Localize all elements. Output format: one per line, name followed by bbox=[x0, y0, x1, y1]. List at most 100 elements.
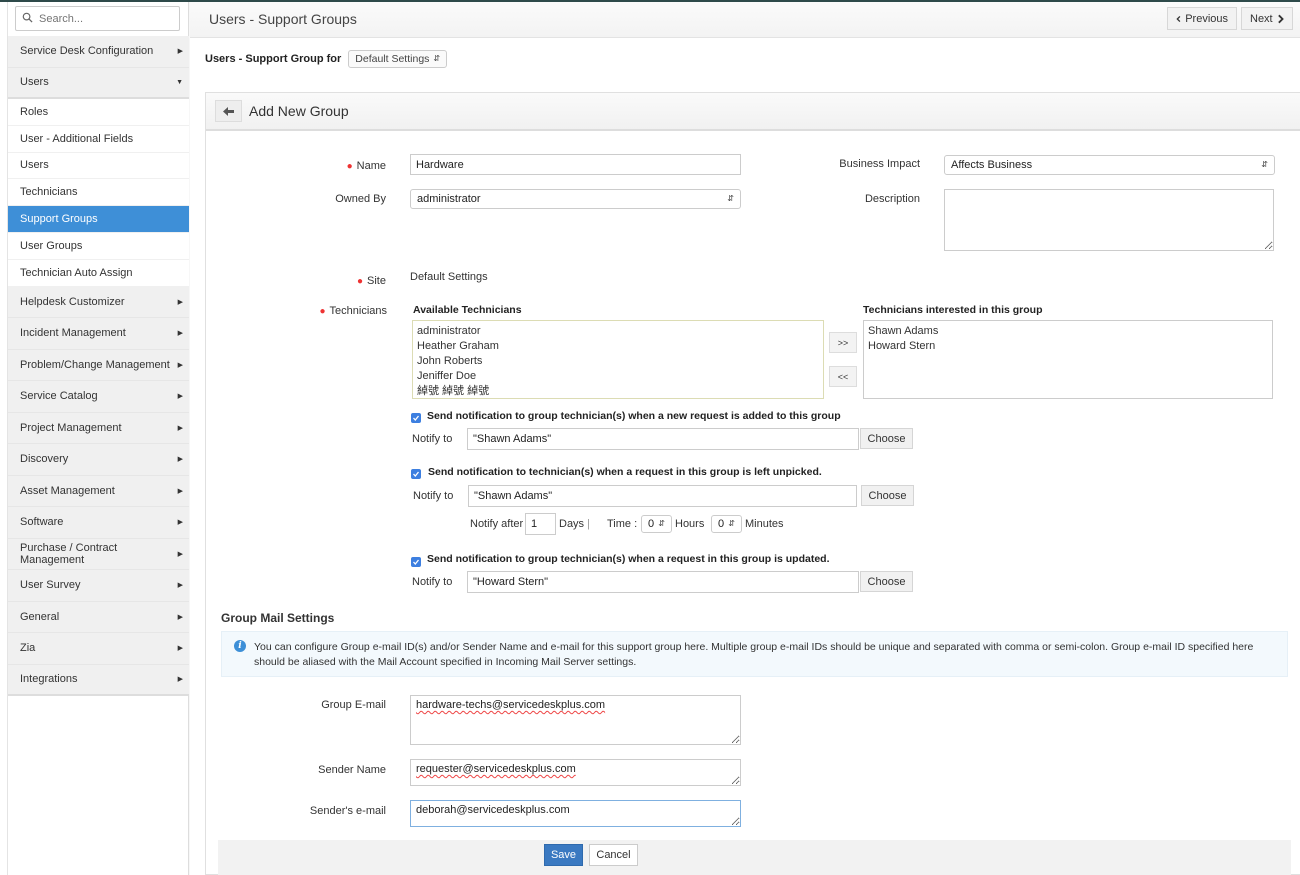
save-button[interactable]: Save bbox=[544, 844, 583, 866]
sidebar-item-zia[interactable]: Zia ▶ bbox=[8, 633, 189, 665]
sidebar-item-service-desk-configuration[interactable]: Service Desk Configuration ▶ bbox=[8, 36, 189, 68]
technician-option[interactable]: Howard Stern bbox=[868, 339, 1268, 354]
technician-option[interactable]: John Roberts bbox=[417, 354, 819, 369]
technician-option[interactable]: Heather Graham bbox=[417, 339, 819, 354]
chevron-right-icon bbox=[1277, 14, 1284, 23]
submenu-item-user-additional-fields[interactable]: User - Additional Fields bbox=[8, 125, 189, 153]
business-impact-value: Affects Business bbox=[951, 159, 1033, 171]
notify-new-request-checkbox[interactable] bbox=[411, 413, 421, 423]
submenu-item-technicians[interactable]: Technicians bbox=[8, 179, 189, 207]
back-button[interactable] bbox=[215, 100, 242, 122]
sidebar-item-software[interactable]: Software ▶ bbox=[8, 507, 189, 539]
selected-technicians-list[interactable]: Shawn Adams Howard Stern bbox=[863, 320, 1273, 399]
sidebar-item-label: General bbox=[20, 610, 60, 623]
checkmark-icon bbox=[413, 415, 420, 422]
checkmark-icon bbox=[413, 471, 420, 478]
remove-technician-button[interactable]: << bbox=[829, 366, 857, 387]
time-label: Time : bbox=[607, 518, 638, 530]
group-email-textarea[interactable]: hardware-techs@servicedeskplus.com bbox=[410, 695, 741, 745]
site-scope-select[interactable]: Default Settings ⇵ bbox=[348, 50, 448, 68]
search-icon bbox=[22, 12, 33, 26]
submenu-item-roles[interactable]: Roles bbox=[8, 99, 189, 126]
technician-option[interactable]: Shawn Adams bbox=[868, 324, 1268, 339]
description-textarea[interactable] bbox=[944, 189, 1274, 251]
technicians-label-text: Technicians bbox=[329, 305, 387, 317]
sender-email-label: Sender's e-mail bbox=[309, 805, 386, 817]
technician-option[interactable]: Jeniffer Doe bbox=[417, 369, 819, 384]
owned-by-select[interactable]: administrator ⇵ bbox=[410, 189, 741, 209]
required-marker: ● bbox=[356, 276, 364, 287]
sidebar-item-incident-management[interactable]: Incident Management ▶ bbox=[8, 318, 189, 350]
submenu-item-user-groups[interactable]: User Groups bbox=[8, 232, 189, 260]
sidebar-search[interactable] bbox=[15, 6, 180, 31]
info-text-line-2: should be aliased with the Mail Account … bbox=[254, 656, 637, 668]
caret-right-icon: ▶ bbox=[177, 582, 183, 590]
sidebar-item-user-survey[interactable]: User Survey ▶ bbox=[8, 570, 189, 602]
description-label: Description bbox=[864, 193, 920, 205]
sidebar-item-label: Discovery bbox=[20, 453, 69, 466]
notify-updated-checkbox[interactable] bbox=[411, 557, 421, 567]
sidebar-item-service-catalog[interactable]: Service Catalog ▶ bbox=[8, 381, 189, 413]
next-button[interactable]: Next bbox=[1241, 7, 1293, 30]
sidebar-item-label: Project Management bbox=[20, 421, 122, 434]
sidebar-item-general[interactable]: General ▶ bbox=[8, 601, 189, 634]
sidebar-item-label: Integrations bbox=[20, 673, 78, 686]
previous-button[interactable]: Previous bbox=[1167, 7, 1237, 30]
notify-to-label: Notify to bbox=[413, 490, 454, 502]
available-technicians-list[interactable]: administrator Heather Graham John Robert… bbox=[412, 320, 824, 399]
sidebar-item-problem-change-management[interactable]: Problem/Change Management ▶ bbox=[8, 349, 189, 382]
hours-select[interactable]: 0 ⇵ bbox=[641, 515, 672, 533]
owned-by-label: Owned By bbox=[335, 193, 386, 205]
sidebar-item-integrations[interactable]: Integrations ▶ bbox=[8, 664, 189, 697]
sidebar-item-discovery[interactable]: Discovery ▶ bbox=[8, 444, 189, 476]
sidebar-item-helpdesk-customizer[interactable]: Helpdesk Customizer ▶ bbox=[8, 286, 189, 319]
sidebar-item-label: Zia bbox=[20, 642, 36, 655]
sidebar-item-label: Service Catalog bbox=[20, 390, 98, 403]
submenu-item-label: Support Groups bbox=[20, 213, 98, 226]
caret-right-icon: ▶ bbox=[177, 330, 183, 338]
sidebar-item-label: Helpdesk Customizer bbox=[20, 295, 125, 308]
group-email-label: Group E-mail bbox=[321, 699, 386, 711]
card-title: Add New Group bbox=[249, 103, 349, 119]
notify-updated-input[interactable] bbox=[467, 571, 859, 593]
submenu-item-support-groups[interactable]: Support Groups bbox=[8, 206, 189, 233]
arrow-left-icon bbox=[223, 106, 234, 116]
submenu-item-label: Users bbox=[20, 159, 49, 172]
add-technician-button[interactable]: >> bbox=[829, 332, 857, 353]
choose-button[interactable]: Choose bbox=[860, 571, 913, 592]
site-label-text: Site bbox=[367, 275, 386, 287]
minutes-value: 0 bbox=[718, 518, 725, 530]
sender-name-textarea[interactable]: requester@servicedeskplus.com bbox=[410, 759, 741, 786]
technician-option[interactable]: 綽號 綽號 綽號 bbox=[417, 384, 819, 399]
name-input[interactable] bbox=[410, 154, 741, 175]
sender-email-textarea[interactable]: deborah@servicedeskplus.com bbox=[410, 800, 741, 827]
business-impact-label: Business Impact bbox=[839, 158, 920, 170]
available-technicians-heading: Available Technicians bbox=[413, 304, 522, 316]
submenu-item-technician-auto-assign[interactable]: Technician Auto Assign bbox=[8, 259, 189, 287]
notify-days-input[interactable] bbox=[525, 513, 556, 535]
sidebar-panel: Service Desk Configuration ▶ Users ▼ Rol… bbox=[8, 2, 189, 875]
cancel-button[interactable]: Cancel bbox=[589, 844, 638, 866]
minutes-select[interactable]: 0 ⇵ bbox=[711, 515, 742, 533]
caret-right-icon: ▶ bbox=[177, 361, 183, 369]
name-label-text: Name bbox=[356, 160, 386, 172]
submenu-item-label: Technicians bbox=[20, 186, 78, 199]
select-updown-icon: ⇵ bbox=[1261, 160, 1268, 169]
choose-button[interactable]: Choose bbox=[861, 485, 914, 506]
sidebar-item-asset-management[interactable]: Asset Management ▶ bbox=[8, 475, 189, 508]
sidebar-item-project-management[interactable]: Project Management ▶ bbox=[8, 412, 189, 445]
notify-new-request-input[interactable] bbox=[467, 428, 859, 450]
sidebar-item-label: User Survey bbox=[20, 579, 81, 592]
submenu-item-users[interactable]: Users bbox=[8, 152, 189, 180]
notify-unpicked-checkbox[interactable] bbox=[411, 469, 421, 479]
choose-button[interactable]: Choose bbox=[860, 428, 913, 449]
search-input[interactable] bbox=[39, 12, 169, 25]
sidebar-item-label: Problem/Change Management bbox=[20, 358, 170, 371]
technician-option[interactable]: administrator bbox=[417, 324, 819, 339]
submenu-item-label: User Groups bbox=[20, 239, 83, 252]
notify-unpicked-input[interactable] bbox=[468, 485, 857, 507]
sidebar-item-users[interactable]: Users ▼ bbox=[8, 67, 189, 99]
caret-right-icon: ▶ bbox=[177, 613, 183, 621]
business-impact-select[interactable]: Affects Business ⇵ bbox=[944, 155, 1275, 175]
sidebar-item-purchase-contract-management[interactable]: Purchase / Contract Management ▶ bbox=[8, 538, 189, 571]
